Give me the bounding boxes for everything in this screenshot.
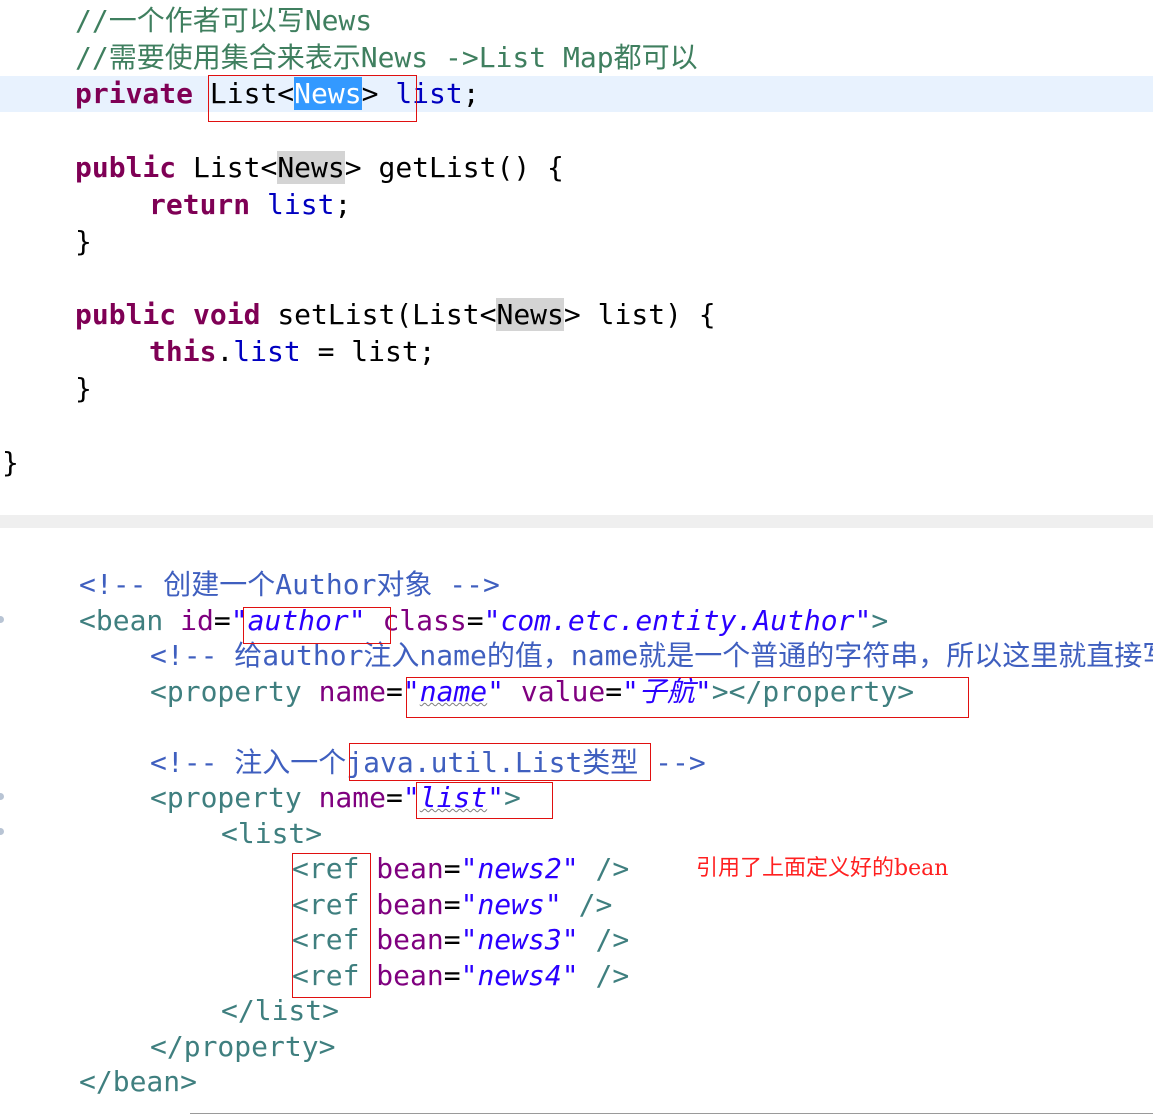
highlight-box-ref-tags bbox=[292, 853, 371, 998]
xml-line-bean-close[interactable]: </bean> bbox=[0, 1064, 1153, 1100]
highlight-box-name-property bbox=[406, 677, 969, 718]
assignment: = list; bbox=[300, 335, 436, 368]
xml-line-property-close[interactable]: </property> bbox=[0, 1029, 1153, 1065]
java-comment: //一个作者可以写News bbox=[75, 4, 373, 37]
closing-brace: } bbox=[2, 446, 19, 479]
tag-bean-close: </bean> bbox=[79, 1065, 198, 1098]
value-news[interactable]: "news" bbox=[461, 888, 562, 921]
keyword-this: this bbox=[149, 335, 217, 368]
java-line-comment-1: //一个作者可以写News bbox=[0, 3, 1153, 39]
java-line-getter-signature[interactable]: public List<News> getList() { bbox=[0, 150, 1153, 186]
keyword-return: return bbox=[149, 188, 251, 221]
pane-separator bbox=[0, 515, 1153, 528]
java-line-class-close: } bbox=[0, 445, 1153, 481]
xml-comment: <!-- 注入一个j bbox=[150, 746, 364, 779]
xml-line-ref[interactable]: <ref bean="news4" /> bbox=[0, 958, 1153, 994]
value-news2[interactable]: "news2" bbox=[461, 852, 579, 885]
java-line-assignment[interactable]: this.list = list; bbox=[0, 334, 1153, 370]
equals: = bbox=[443, 852, 461, 885]
keyword-private: private bbox=[75, 77, 194, 110]
xml-line-list-close[interactable]: </list> bbox=[0, 993, 1153, 1029]
xml-comment: -> bbox=[672, 746, 706, 779]
attr-name: name bbox=[318, 781, 387, 814]
setter-signature-open: setList(List< bbox=[277, 298, 497, 331]
attr-name: name bbox=[318, 675, 387, 708]
getter-signature: > getList() { bbox=[344, 151, 564, 184]
occurrence-news[interactable]: News bbox=[496, 298, 564, 331]
setter-signature-close: > list) { bbox=[563, 298, 716, 331]
xml-comment: <!-- 创建一个Author对象 --> bbox=[79, 568, 500, 601]
closing-brace: } bbox=[75, 372, 92, 405]
occurrence-news[interactable]: News bbox=[277, 151, 345, 184]
xml-line-comment-create: <!-- 创建一个Author对象 --> bbox=[0, 567, 1153, 603]
xml-line-property-list[interactable]: <property name="list"> bbox=[0, 780, 1153, 816]
keyword-public: public bbox=[75, 298, 177, 331]
bottom-divider bbox=[190, 1113, 1153, 1114]
attr-bean: bean bbox=[376, 888, 444, 921]
xml-line-list-open[interactable]: <list> bbox=[0, 816, 1153, 852]
value-news3[interactable]: "news3" bbox=[461, 923, 579, 956]
tag-bracket: < bbox=[79, 604, 96, 637]
xml-line-bean-open[interactable]: <bean id="author" class="com.etc.entity.… bbox=[0, 603, 1153, 639]
value-class-name[interactable]: "com.etc.entity.Author" bbox=[484, 604, 872, 637]
field-list[interactable]: list bbox=[267, 188, 334, 221]
attr-bean: bean bbox=[376, 852, 444, 885]
tag-list-close: </list> bbox=[221, 994, 340, 1027]
closing-brace: } bbox=[75, 225, 92, 258]
equals: = bbox=[466, 604, 484, 637]
value-news4[interactable]: "news4" bbox=[461, 959, 579, 992]
equals: = bbox=[213, 604, 231, 637]
java-line-field-declaration[interactable]: private List<News> list; bbox=[0, 76, 1153, 112]
tag-self-close: /> bbox=[578, 888, 613, 921]
java-comment: //需要使用集合来表示News ->List Map都可以 bbox=[75, 41, 698, 74]
keyword-void: void bbox=[193, 298, 261, 331]
highlight-box-list-news bbox=[208, 75, 417, 122]
tag-bean: bean bbox=[95, 604, 164, 637]
java-editor-pane[interactable]: //一个作者可以写News //需要使用集合来表示News ->List Map… bbox=[0, 0, 1153, 515]
xml-line-ref[interactable]: <ref bean="news3" /> bbox=[0, 922, 1153, 958]
semicolon: ; bbox=[462, 77, 480, 110]
equals: = bbox=[443, 888, 461, 921]
tag-self-close: /> bbox=[595, 852, 630, 885]
equals: = bbox=[443, 959, 461, 992]
xml-editor-pane[interactable]: <!-- 创建一个Author对象 --> <bean id="author" … bbox=[0, 528, 1153, 1117]
tag-bracket: > bbox=[871, 604, 889, 637]
tag-property-close: </property> bbox=[150, 1030, 336, 1063]
equals: = bbox=[443, 923, 461, 956]
java-line-comment-2: //需要使用集合来表示News ->List Map都可以 bbox=[0, 40, 1153, 76]
attr-bean: bean bbox=[376, 959, 444, 992]
equals: = bbox=[386, 781, 403, 814]
xml-line-comment-name: <!-- 给author注入name的值，name就是一个普通的字符串，所以这里… bbox=[0, 638, 1153, 674]
java-line-setter-signature[interactable]: public void setList(List<News> list) { bbox=[0, 297, 1153, 333]
tag-property: <property bbox=[150, 781, 302, 814]
xml-line-ref[interactable]: <ref bean="news2" /> bbox=[0, 851, 1153, 887]
semicolon: ; bbox=[334, 188, 352, 221]
highlight-box-list-type-comment bbox=[349, 743, 651, 781]
highlight-box-list-name bbox=[416, 782, 553, 819]
tag-self-close: /> bbox=[595, 923, 630, 956]
xml-line-ref[interactable]: <ref bean="news" /> bbox=[0, 887, 1153, 923]
java-line-getter-close: } bbox=[0, 224, 1153, 260]
attr-class: class bbox=[382, 604, 467, 637]
tag-list: <list> bbox=[221, 817, 323, 850]
equals: = bbox=[386, 675, 403, 708]
field-list[interactable]: list bbox=[233, 335, 300, 368]
type-list: List< bbox=[193, 151, 278, 184]
java-line-return[interactable]: return list; bbox=[0, 187, 1153, 223]
tag-self-close: /> bbox=[595, 959, 630, 992]
tag-property: <property bbox=[150, 675, 302, 708]
highlight-box-author-id bbox=[243, 607, 391, 644]
attr-bean: bean bbox=[376, 923, 444, 956]
dot: . bbox=[216, 335, 234, 368]
annotation-ref-note: 引用了上面定义好的bean bbox=[696, 856, 949, 881]
attr-id: id bbox=[180, 604, 214, 637]
java-line-setter-close: } bbox=[0, 371, 1153, 407]
keyword-public: public bbox=[75, 151, 177, 184]
